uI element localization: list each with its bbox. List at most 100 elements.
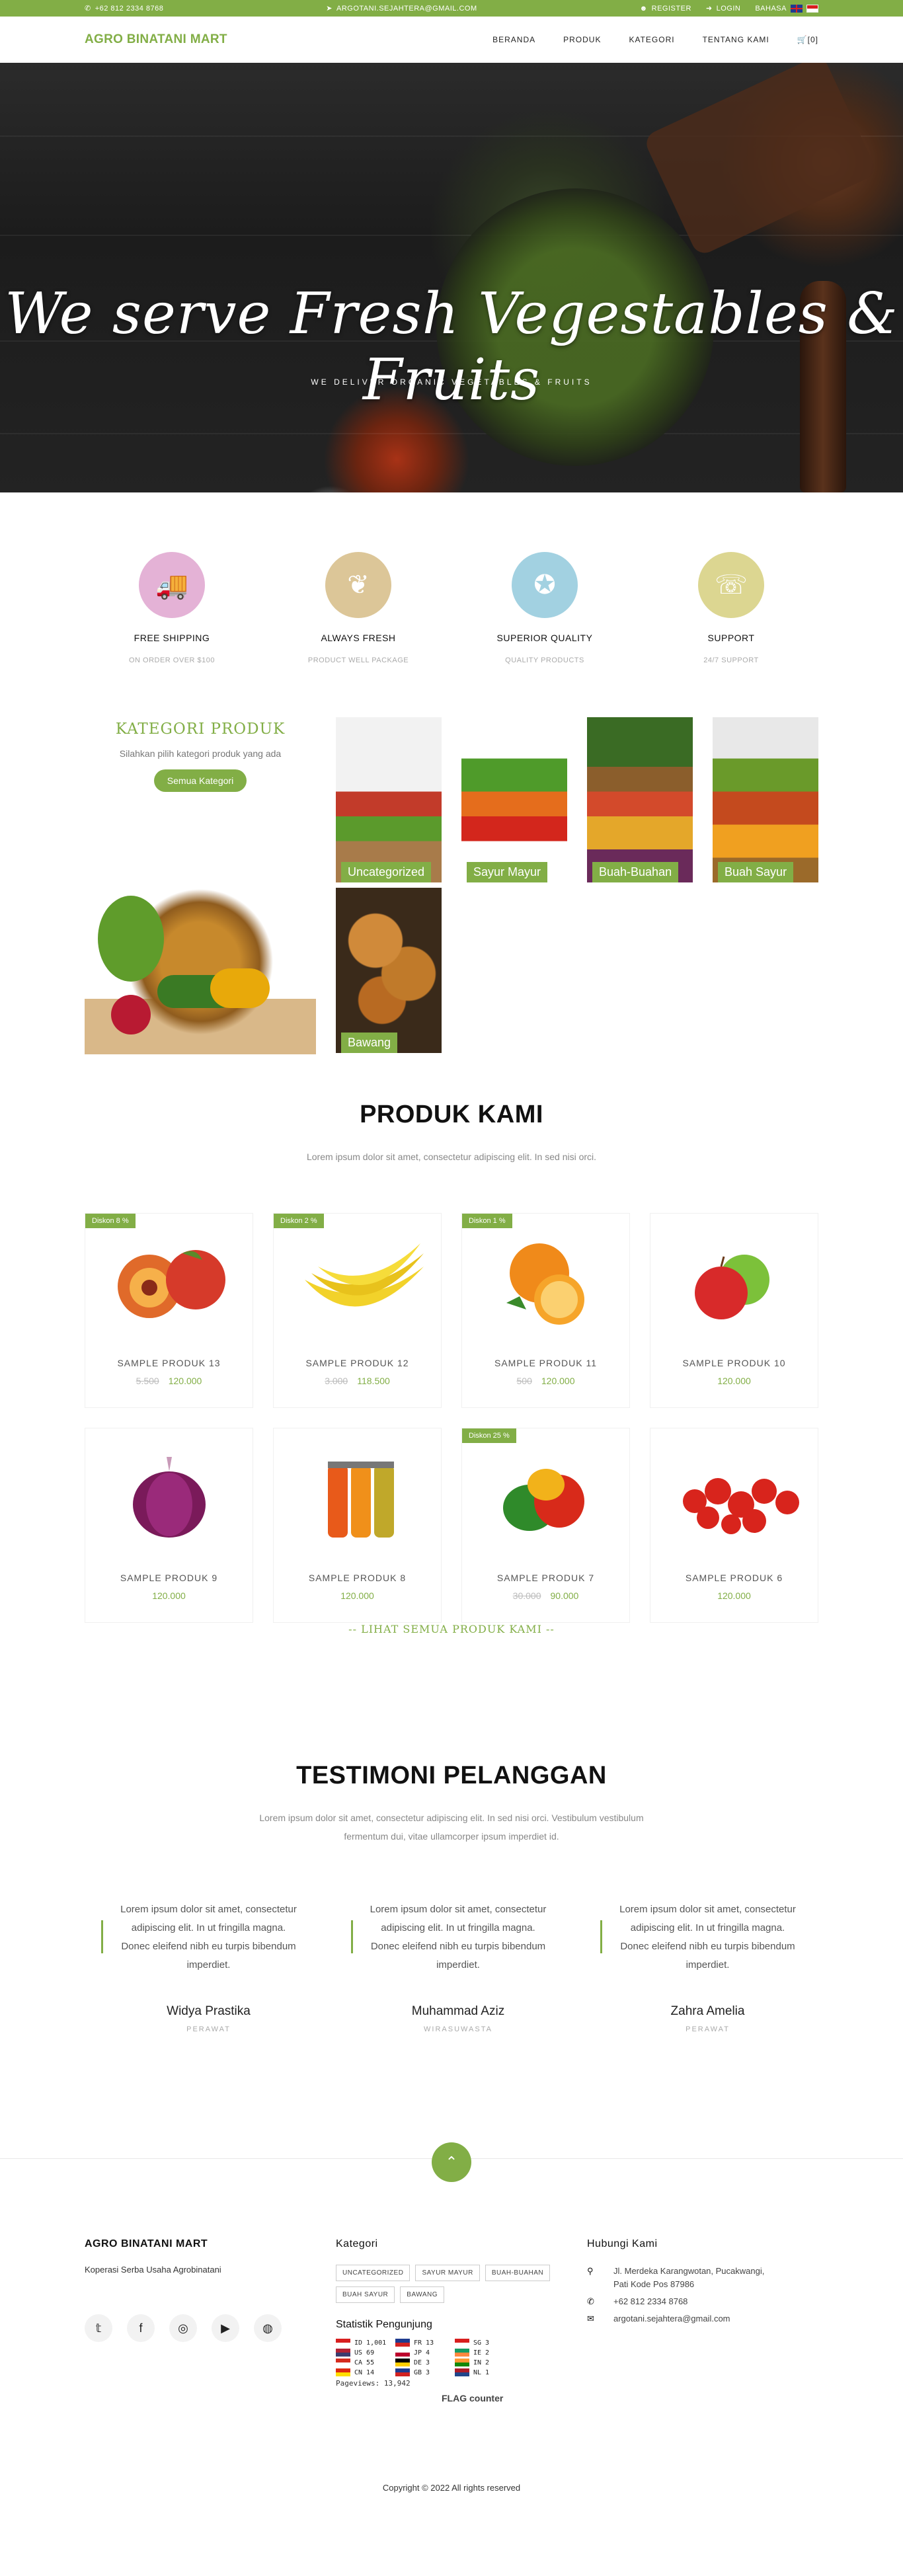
product-card[interactable]: SAMPLE PRODUK 6 120.000 bbox=[650, 1428, 818, 1623]
nav-tentang-kami[interactable]: TENTANG KAMI bbox=[703, 35, 769, 44]
products-title: PRODUK KAMI bbox=[360, 1101, 543, 1128]
nav-produk[interactable]: PRODUK bbox=[563, 35, 601, 44]
instagram-icon[interactable]: ◎ bbox=[169, 2314, 197, 2342]
id-flag-icon[interactable] bbox=[806, 4, 818, 13]
login-link[interactable]: ➜ LOGIN bbox=[706, 4, 740, 13]
tag-uncategorized[interactable]: UNCATEGORIZED bbox=[336, 2265, 411, 2281]
category-tile-label: Buah-Buahan bbox=[592, 862, 679, 882]
counter-entry: IE 2 bbox=[455, 2349, 514, 2357]
country-count: 3 bbox=[426, 2359, 430, 2366]
country-flag-icon bbox=[455, 2339, 469, 2347]
current-price: 120.000 bbox=[168, 1376, 202, 1386]
country-flag-icon bbox=[455, 2368, 469, 2376]
category-tile-bawang[interactable]: Bawang bbox=[336, 888, 442, 1053]
tag-bawang[interactable]: BAWANG bbox=[400, 2286, 444, 2303]
contact-phone[interactable]: ✆ +62 812 2334 8768 bbox=[587, 2295, 805, 2308]
service-always-fresh: ❦ ALWAYS FRESH PRODUCT WELL PACKAGE bbox=[292, 552, 424, 717]
contact-email[interactable]: ✉ argotani.sejahtera@gmail.com bbox=[587, 2312, 805, 2325]
service-superior-quality: ✪ SUPERIOR QUALITY QUALITY PRODUCTS bbox=[479, 552, 611, 717]
language-switcher[interactable]: BAHASA bbox=[755, 4, 818, 13]
country-code: IN bbox=[473, 2359, 482, 2366]
product-card[interactable]: Diskon 25 % SAMPLE PRODUK 7 30.000 90.000 bbox=[461, 1428, 630, 1623]
product-image[interactable] bbox=[480, 1452, 612, 1544]
country-flag-icon bbox=[336, 2349, 350, 2357]
service-free-shipping: 🚚 FREE SHIPPING ON ORDER OVER $100 bbox=[106, 552, 238, 717]
flag-counter-logo[interactable]: FLAG counter bbox=[336, 2393, 574, 2403]
country-count: 2 bbox=[485, 2349, 490, 2357]
product-name[interactable]: SAMPLE PRODUK 7 bbox=[462, 1573, 629, 1583]
product-name[interactable]: SAMPLE PRODUK 6 bbox=[650, 1573, 818, 1583]
product-name[interactable]: SAMPLE PRODUK 11 bbox=[462, 1358, 629, 1368]
facebook-icon[interactable]: f bbox=[127, 2314, 155, 2342]
flag-counter-widget[interactable]: ID 1,001 FR 13 SG 3 US 69 JP 4 IE 2 CA 55 DE 3 IN 2 CN 14 GB… bbox=[336, 2339, 574, 2376]
product-name[interactable]: SAMPLE PRODUK 12 bbox=[274, 1358, 441, 1368]
old-price: 500 bbox=[516, 1376, 532, 1386]
country-code: US bbox=[354, 2349, 363, 2357]
testimonial-card: Lorem ipsum dolor sit amet, consectetur … bbox=[85, 1900, 319, 2033]
product-image[interactable] bbox=[668, 1452, 801, 1544]
footer-categories: Kategori UNCATEGORIZED SAYUR MAYUR BUAH-… bbox=[336, 2238, 574, 2403]
discount-badge: Diskon 2 % bbox=[274, 1214, 324, 1228]
product-card[interactable]: SAMPLE PRODUK 10 120.000 bbox=[650, 1213, 818, 1408]
product-card[interactable]: Diskon 8 % SAMPLE PRODUK 13 5.500 120.000 bbox=[85, 1213, 253, 1408]
category-tile-label: Sayur Mayur bbox=[467, 862, 548, 882]
product-price: 5.500 120.000 bbox=[85, 1376, 253, 1386]
register-link[interactable]: ☻ REGISTER bbox=[640, 5, 691, 13]
product-card[interactable]: Diskon 2 % SAMPLE PRODUK 12 3.000 118.500 bbox=[273, 1213, 442, 1408]
category-tile-buah-sayur[interactable]: Buah Sayur bbox=[713, 717, 818, 882]
cart-count: [0] bbox=[807, 35, 818, 44]
scroll-top-button[interactable]: ⌃ bbox=[432, 2142, 471, 2182]
footer-about: AGRO BINATANI MART Koperasi Serba Usaha … bbox=[85, 2238, 296, 2342]
envelope-icon: ✉ bbox=[587, 2314, 594, 2323]
category-tile-uncategorized[interactable]: Uncategorized bbox=[336, 717, 442, 882]
service-subtitle: ON ORDER OVER $100 bbox=[128, 656, 216, 664]
testimonial-card: Lorem ipsum dolor sit amet, consectetur … bbox=[584, 1900, 818, 2033]
product-price: 30.000 90.000 bbox=[462, 1590, 629, 1601]
product-card[interactable]: SAMPLE PRODUK 8 120.000 bbox=[273, 1428, 442, 1623]
category-tile-buah-buahan[interactable]: Buah-Buahan bbox=[587, 717, 693, 882]
footer-contact: Hubungi Kami ⚲ Jl. Merdeka Karangwotan, P… bbox=[587, 2238, 805, 2329]
twitter-icon[interactable]: 𝕥 bbox=[85, 2314, 112, 2342]
service-subtitle: 24/7 SUPPORT bbox=[703, 656, 759, 664]
product-image[interactable] bbox=[292, 1452, 424, 1544]
product-name[interactable]: SAMPLE PRODUK 9 bbox=[85, 1573, 253, 1583]
tag-buah-buahan[interactable]: BUAH-BUAHAN bbox=[485, 2265, 551, 2281]
country-flag-icon bbox=[395, 2339, 410, 2347]
category-tile-sayur-mayur[interactable]: Sayur Mayur bbox=[461, 717, 567, 882]
product-image[interactable] bbox=[292, 1237, 424, 1329]
phone-info: ✆ +62 812 2334 8768 bbox=[85, 4, 163, 13]
service-title: ALWAYS FRESH bbox=[321, 633, 396, 643]
uk-flag-icon[interactable] bbox=[790, 4, 803, 13]
product-name[interactable]: SAMPLE PRODUK 10 bbox=[650, 1358, 818, 1368]
product-card[interactable]: Diskon 1 % SAMPLE PRODUK 11 500 120.000 bbox=[461, 1213, 630, 1408]
brand-logo[interactable]: AGRO BINATANI MART bbox=[85, 32, 227, 47]
country-flag-icon bbox=[395, 2349, 410, 2357]
main-menu: BERANDA PRODUK KATEGORI TENTANG KAMI 🛒[0… bbox=[492, 35, 818, 44]
nav-beranda[interactable]: BERANDA bbox=[492, 35, 535, 44]
testimonials-lead: Lorem ipsum dolor sit amet, consectetur … bbox=[259, 1813, 644, 1842]
product-name[interactable]: SAMPLE PRODUK 13 bbox=[85, 1358, 253, 1368]
youtube-icon[interactable]: ▶ bbox=[212, 2314, 239, 2342]
country-count: 4 bbox=[426, 2349, 430, 2357]
country-code: GB bbox=[414, 2368, 422, 2376]
country-flag-icon bbox=[336, 2359, 350, 2366]
product-card[interactable]: SAMPLE PRODUK 9 120.000 bbox=[85, 1428, 253, 1623]
all-categories-button[interactable]: Semua Kategori bbox=[153, 769, 247, 792]
counter-entry: ID 1,001 bbox=[336, 2339, 395, 2347]
tag-buah-sayur[interactable]: BUAH SAYUR bbox=[336, 2286, 395, 2303]
nav-kategori[interactable]: KATEGORI bbox=[629, 35, 674, 44]
nav-cart[interactable]: 🛒[0] bbox=[797, 35, 818, 44]
product-image[interactable] bbox=[668, 1237, 801, 1329]
service-title: FREE SHIPPING bbox=[134, 633, 210, 643]
country-code: SG bbox=[473, 2339, 482, 2347]
services-section: 🚚 FREE SHIPPING ON ORDER OVER $100 ❦ ALW… bbox=[0, 492, 903, 717]
current-price: 120.000 bbox=[340, 1590, 374, 1601]
product-name[interactable]: SAMPLE PRODUK 8 bbox=[274, 1573, 441, 1583]
tag-sayur-mayur[interactable]: SAYUR MAYUR bbox=[415, 2265, 480, 2281]
see-all-products-link[interactable]: -- LIHAT SEMUA PRODUK KAMI -- bbox=[0, 1623, 903, 1635]
product-image[interactable] bbox=[103, 1452, 235, 1544]
globe-icon[interactable]: ◍ bbox=[254, 2314, 282, 2342]
counter-entry: CA 55 bbox=[336, 2359, 395, 2366]
product-image[interactable] bbox=[103, 1237, 235, 1329]
product-image[interactable] bbox=[480, 1237, 612, 1329]
